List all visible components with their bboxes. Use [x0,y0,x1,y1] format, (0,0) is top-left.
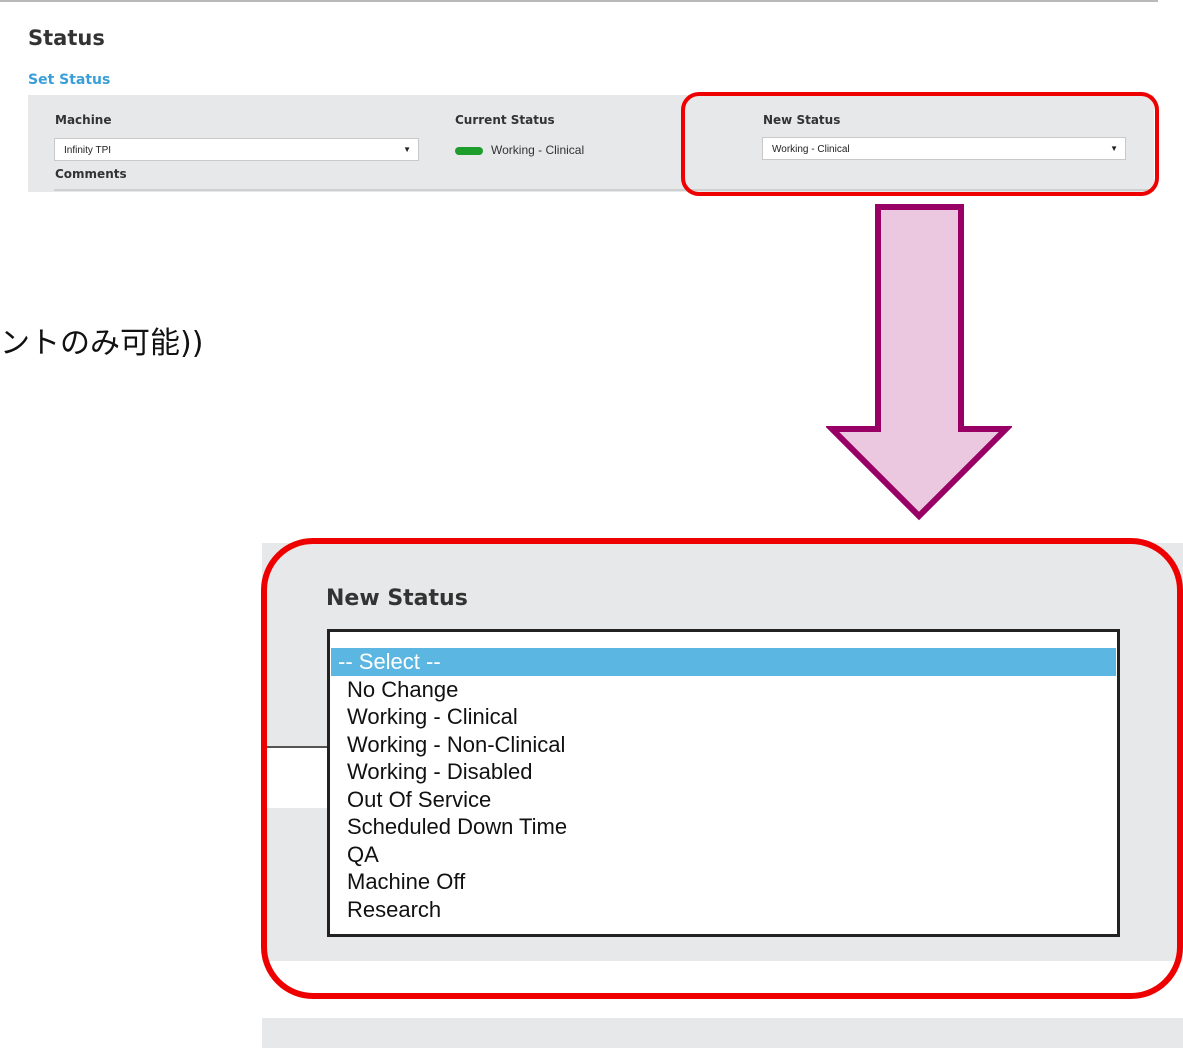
current-status-value: Working - Clinical [491,143,585,157]
machine-select-value: Infinity TPI [64,145,112,156]
machine-label: Machine [55,113,112,127]
down-arrow-icon [826,204,1012,521]
status-indicator-icon [455,147,483,155]
machine-select[interactable]: Infinity TPI ▼ [54,138,419,161]
page-title: Status [28,26,105,50]
comments-label: Comments [55,167,127,181]
zoomed-panel-lower [262,1018,1183,1048]
current-status-label: Current Status [455,113,555,127]
japanese-caption: ントのみ可能)) [0,326,204,361]
top-divider [0,0,1158,2]
zoomed-highlight-box [261,538,1183,999]
set-status-link[interactable]: Set Status [28,72,110,88]
chevron-down-icon: ▼ [403,145,411,154]
new-status-highlight-box [681,92,1159,196]
